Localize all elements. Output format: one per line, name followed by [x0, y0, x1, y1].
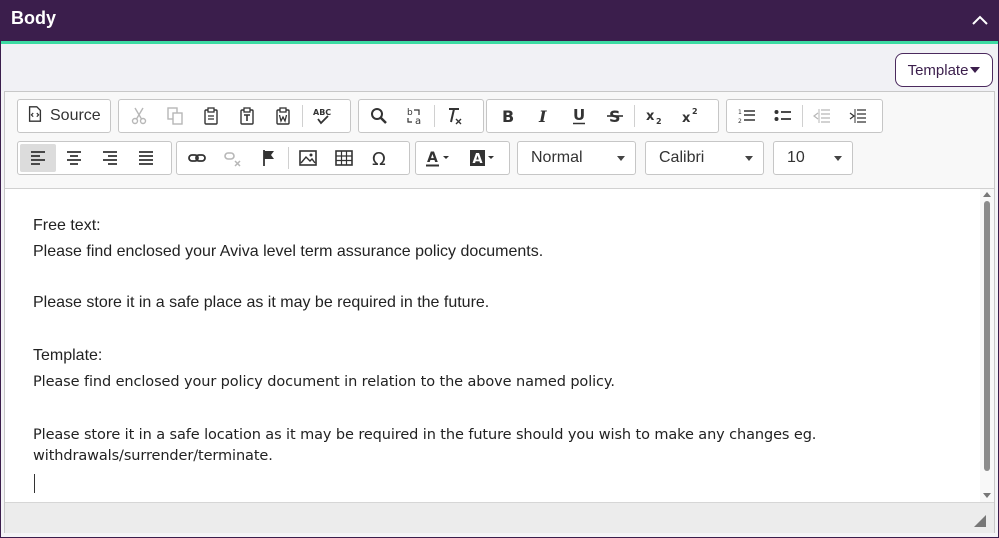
- find-icon[interactable]: [361, 102, 397, 130]
- toolbar-group-clipboard: ABC: [118, 99, 351, 133]
- scrollbar-thumb[interactable]: [984, 201, 990, 471]
- subscript-icon[interactable]: x2: [636, 102, 672, 130]
- template-bar: Template: [1, 44, 998, 91]
- svg-text:I: I: [538, 107, 547, 126]
- cut-icon[interactable]: [121, 102, 157, 130]
- chevron-down-icon: [745, 155, 753, 161]
- underline-icon[interactable]: U: [561, 102, 597, 130]
- template-line-1: Please find enclosed your policy documen…: [33, 374, 615, 390]
- toolbar-group-basic-styles: B I U S x2 x2: [486, 99, 719, 133]
- template-label: Template:: [33, 347, 103, 364]
- svg-text:B: B: [502, 107, 514, 126]
- rich-text-editor: Source ABC ba B I U S x 2 x 2 1 2 Ω A A …: [4, 91, 995, 533]
- svg-text:b: b: [407, 108, 413, 118]
- chevron-down-icon: [617, 155, 625, 161]
- toolbar-separator: [634, 105, 635, 127]
- align-center-icon[interactable]: [56, 144, 92, 172]
- editor-scrollbar[interactable]: [980, 189, 994, 502]
- source-icon: [26, 105, 44, 128]
- strikethrough-icon[interactable]: S: [597, 102, 633, 130]
- svg-text:2: 2: [738, 118, 742, 125]
- spellcheck-icon[interactable]: ABC: [304, 102, 340, 130]
- panel-header: Body: [1, 1, 998, 41]
- resize-handle-icon[interactable]: [974, 515, 986, 527]
- caret-down-icon: [970, 67, 981, 73]
- justify-icon[interactable]: [128, 144, 164, 172]
- remove-format-icon[interactable]: [436, 102, 472, 130]
- scroll-down-icon[interactable]: [983, 493, 991, 498]
- body-panel: Body Template Source ABC b a B I U S x 2…: [0, 0, 999, 538]
- svg-text:a: a: [415, 116, 421, 126]
- text-color-icon[interactable]: A: [418, 144, 462, 172]
- unlink-icon[interactable]: [215, 144, 251, 172]
- superscript-icon[interactable]: x2: [672, 102, 708, 130]
- font-size-select-value: 10: [787, 149, 805, 166]
- svg-text:x: x: [646, 109, 655, 124]
- svg-text:ABC: ABC: [313, 108, 331, 117]
- toolbar-group-source: Source: [17, 99, 111, 133]
- free-text-line-1: Please find enclosed your Aviva level te…: [33, 243, 544, 260]
- template-button-label: Template: [907, 61, 969, 79]
- toolbar-separator: [288, 147, 289, 169]
- font-size-select[interactable]: 10: [773, 141, 853, 175]
- svg-text:2: 2: [656, 117, 662, 126]
- replace-icon[interactable]: ba: [397, 102, 433, 130]
- svg-text:U: U: [573, 106, 585, 124]
- panel-title: Body: [11, 8, 56, 28]
- template-line-2: Please store it in a safe location as it…: [33, 427, 817, 443]
- format-select-value: Normal: [531, 149, 583, 166]
- toolbar-group-lists: 12: [726, 99, 883, 133]
- toolbar-separator: [802, 105, 803, 127]
- free-text-label: Free text:: [33, 217, 101, 234]
- template-dropdown-button[interactable]: Template: [895, 53, 993, 87]
- italic-icon[interactable]: I: [525, 102, 561, 130]
- background-color-icon[interactable]: A: [462, 144, 506, 172]
- link-icon[interactable]: [179, 144, 215, 172]
- format-select[interactable]: Normal: [517, 141, 636, 175]
- numbered-list-icon[interactable]: 12: [729, 102, 765, 130]
- font-select-value: Calibri: [659, 149, 705, 166]
- copy-icon[interactable]: [157, 102, 193, 130]
- source-label: Source: [50, 107, 101, 124]
- template-line-3: withdrawals/surrender/terminate.: [33, 448, 273, 464]
- svg-text:x: x: [682, 111, 691, 126]
- toolbar-group-colors: A A: [415, 141, 510, 175]
- svg-text:Ω: Ω: [372, 149, 386, 168]
- toolbar-separator: [302, 105, 303, 127]
- anchor-flag-icon[interactable]: [251, 144, 287, 172]
- editor-toolbar: Source ABC ba B I U S x 2 x 2 1 2 Ω A A …: [5, 92, 994, 189]
- scroll-up-icon[interactable]: [983, 192, 991, 197]
- bulleted-list-icon[interactable]: [765, 102, 801, 130]
- toolbar-group-align: [17, 141, 172, 175]
- chevron-down-icon: [834, 155, 842, 161]
- bold-icon[interactable]: B: [489, 102, 525, 130]
- editor-content-area[interactable]: Free text: Please find enclosed your Avi…: [5, 189, 980, 502]
- source-button[interactable]: Source: [20, 102, 107, 130]
- toolbar-group-insert: Ω: [176, 141, 410, 175]
- image-icon[interactable]: [290, 144, 326, 172]
- paste-text-icon[interactable]: [229, 102, 265, 130]
- editor-footer: [5, 502, 994, 533]
- toolbar-group-find: ba: [358, 99, 484, 133]
- paste-icon[interactable]: [193, 102, 229, 130]
- omega-icon[interactable]: Ω: [362, 144, 398, 172]
- text-cursor: [34, 474, 35, 493]
- svg-text:2: 2: [692, 107, 698, 116]
- toolbar-separator: [434, 105, 435, 127]
- svg-text:1: 1: [738, 109, 742, 116]
- paste-word-icon[interactable]: [265, 102, 301, 130]
- table-icon[interactable]: [326, 144, 362, 172]
- font-select[interactable]: Calibri: [645, 141, 764, 175]
- svg-text:A: A: [473, 152, 483, 167]
- svg-text:A: A: [427, 150, 438, 166]
- free-text-line-2: Please store it in a safe place as it ma…: [33, 294, 490, 311]
- align-left-icon[interactable]: [20, 144, 56, 172]
- align-right-icon[interactable]: [92, 144, 128, 172]
- chevron-up-icon[interactable]: [970, 11, 990, 31]
- outdent-icon[interactable]: [804, 102, 840, 130]
- indent-icon[interactable]: [840, 102, 876, 130]
